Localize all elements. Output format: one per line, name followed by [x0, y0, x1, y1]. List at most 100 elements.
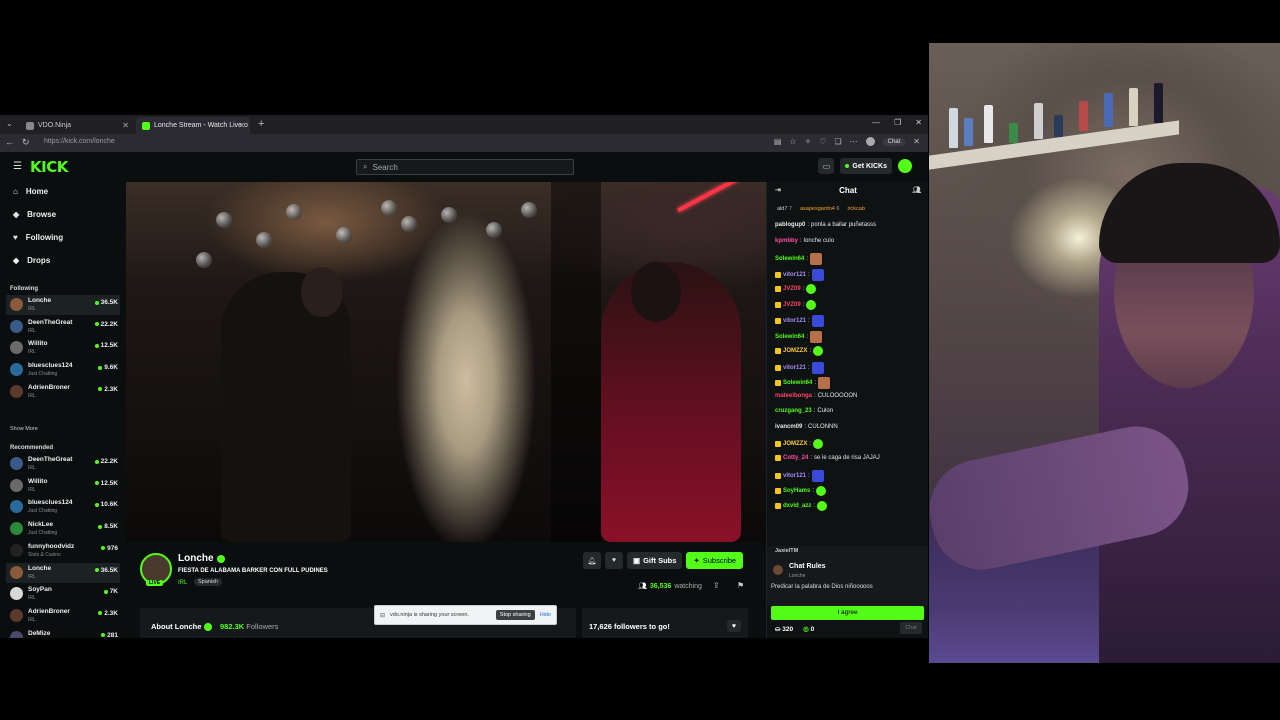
- goal-heart-icon[interactable]: ♥: [727, 620, 741, 632]
- share-icon[interactable]: ⇪: [713, 581, 720, 590]
- show-more-link[interactable]: Show More: [10, 426, 38, 432]
- sidebar-item-home[interactable]: ⌂ Home: [13, 187, 48, 196]
- chat-username[interactable]: SoyHams: [783, 488, 810, 494]
- avatar: [10, 363, 23, 377]
- kicks-balance[interactable]: ⛀ 320: [775, 625, 793, 633]
- minimize-button[interactable]: —: [872, 118, 880, 127]
- theater-mode-icon[interactable]: ▭: [818, 158, 835, 174]
- sidebar-item-browse[interactable]: ◈ Browse: [13, 210, 56, 219]
- sidebar-channel[interactable]: Willito IRL 12.5K: [10, 338, 120, 358]
- hide-button[interactable]: Hide: [540, 612, 551, 618]
- chat-username[interactable]: JOMZZX: [783, 441, 807, 447]
- sidebar-channel[interactable]: Willito IRL 12.5K: [10, 476, 120, 496]
- follow-heart-icon[interactable]: ♥: [605, 552, 623, 569]
- viewer-count: 36.5K: [94, 567, 118, 574]
- viewer-count-value: 12.5K: [100, 342, 118, 350]
- chat-username[interactable]: JVZ09: [783, 286, 801, 292]
- close-icon[interactable]: ✕: [122, 121, 129, 130]
- tab-vdo-ninja[interactable]: VDO.Ninja ✕: [20, 117, 134, 134]
- sidebar-channel[interactable]: SoyPan IRL 7K: [10, 584, 120, 604]
- hamburger-menu-icon[interactable]: ☰: [13, 161, 22, 172]
- sidebar-channel[interactable]: funnyhoodvidz Slots & Casino 976: [10, 541, 120, 561]
- agree-button[interactable]: I agree: [771, 606, 924, 620]
- pinned-gifter[interactable]: asapesgardo4 6: [800, 206, 839, 212]
- chat-username[interactable]: vitor121: [783, 318, 806, 324]
- viewer-count-value: 976: [107, 544, 118, 552]
- url-field[interactable]: https://kick.com/lonche: [44, 138, 115, 145]
- reload-icon[interactable]: ↻: [22, 137, 30, 148]
- chat-send-button[interactable]: Chat: [900, 622, 922, 634]
- sidebar-channel[interactable]: DeenTheGreat IRL 22.2K: [10, 454, 120, 474]
- chat-username[interactable]: Cotty_24: [783, 455, 808, 461]
- bookmark-star-icon[interactable]: ☆: [789, 137, 796, 146]
- sidebar-channel[interactable]: bluesclues124 Just Chatting 9.6K: [10, 360, 120, 380]
- sidebar-item-following[interactable]: ♥ Following: [13, 233, 63, 242]
- profile-avatar[interactable]: [865, 137, 875, 146]
- chat-username[interactable]: Solewin64: [775, 256, 804, 262]
- new-tab-button[interactable]: +: [258, 118, 264, 130]
- sidebar-channel[interactable]: AdrienBroner IRL 2.3K: [10, 606, 120, 626]
- report-icon[interactable]: ⚑: [737, 581, 744, 590]
- chat-username[interactable]: Solewin64: [775, 334, 804, 340]
- subscribe-button[interactable]: ✦ Subscribe: [686, 552, 744, 569]
- chat-username[interactable]: Solewin64: [783, 380, 812, 386]
- chat-username[interactable]: dxvid_azz: [783, 503, 811, 509]
- tab-lonche-stream[interactable]: Lonche Stream - Watch Live o ✕: [136, 117, 250, 134]
- gift-subs-button[interactable]: ▣ Gift Subs: [627, 552, 683, 569]
- chat-username[interactable]: ivancm09: [775, 424, 802, 430]
- tab-list-icon[interactable]: ⌄: [6, 119, 13, 128]
- streamer-name[interactable]: Lonche: [178, 553, 225, 564]
- video-player[interactable]: [126, 182, 766, 542]
- stop-sharing-button[interactable]: Stop sharing: [495, 610, 535, 620]
- points-balance[interactable]: ◎ 0: [803, 625, 814, 633]
- vdo-ninja-favicon: [26, 121, 34, 130]
- maximize-button[interactable]: ❐: [894, 118, 901, 127]
- reader-icon[interactable]: ▤: [774, 137, 782, 146]
- sidebar-channel[interactable]: Lonche IRL 36.5K: [6, 562, 120, 583]
- language-tag[interactable]: Spanish: [194, 578, 222, 586]
- more-icon[interactable]: ⋯: [850, 137, 858, 146]
- extensions-icon[interactable]: ✧: [805, 137, 812, 146]
- chat-username[interactable]: pablogup0: [775, 222, 805, 228]
- sidebar-channel[interactable]: AdrienBroner IRL 2.3K: [10, 382, 120, 402]
- category-link[interactable]: IRL: [178, 580, 187, 586]
- pinned-gifter[interactable]: ald7 7: [777, 206, 792, 212]
- kick-logo[interactable]: KICK: [30, 158, 68, 176]
- chat-username[interactable]: kpmbby: [775, 238, 798, 244]
- sidebar-channel[interactable]: bluesclues124 Just Chatting 10.6K: [10, 497, 120, 517]
- chat-users-icon[interactable]: 👥︎: [912, 186, 921, 194]
- chat-username[interactable]: JVZ09: [783, 302, 801, 308]
- collections-icon[interactable]: ❏: [834, 137, 841, 146]
- sidebar-item-drops[interactable]: ◆ Drops: [13, 256, 50, 265]
- notification-bell-icon[interactable]: 🔔︎: [583, 552, 601, 569]
- chat-username[interactable]: vitor121: [783, 473, 806, 479]
- chat-username[interactable]: vitor121: [783, 365, 806, 371]
- close-window-button[interactable]: ✕: [915, 118, 922, 127]
- chat-username[interactable]: cruzgang_23: [775, 408, 812, 414]
- pinned-gifter[interactable]: rickcab: [847, 206, 864, 212]
- chat-username[interactable]: JOMZZX: [783, 348, 807, 354]
- close-icon[interactable]: ✕: [238, 121, 245, 130]
- get-kicks-button[interactable]: Get KICKs: [840, 158, 892, 174]
- favorites-icon[interactable]: ♡: [819, 137, 826, 146]
- search-input[interactable]: ⌕ Search: [356, 159, 574, 175]
- chat-username[interactable]: vitor121: [783, 272, 806, 278]
- shelf-item: [1034, 103, 1043, 139]
- sidebar-channel[interactable]: DeenTheGreat IRL 22.2K: [10, 317, 120, 337]
- chat-username[interactable]: mateelbonga: [775, 393, 812, 399]
- back-icon[interactable]: ←: [5, 137, 14, 148]
- rules-text: Predicar la palabra de Dios niñooooos: [771, 584, 873, 590]
- profile-button[interactable]: Chat: [882, 137, 906, 146]
- sidebar-channel[interactable]: NickLee Just Chatting 8.5K: [10, 519, 120, 539]
- viewer-count: 976: [101, 545, 118, 552]
- close-sidebar-icon[interactable]: ✕: [913, 137, 920, 146]
- chat-message: mateelbonga: CULOOOOON: [775, 393, 857, 399]
- recommended-header: Recommended: [10, 445, 54, 451]
- streamer-name-text: Lonche: [178, 553, 214, 564]
- channel-name: NickLee: [28, 521, 53, 529]
- chat-header: ⇥ Chat 👥︎: [767, 182, 928, 200]
- sidebar-channel[interactable]: DeMizeSlots & Casino281: [10, 628, 120, 638]
- sidebar-channel[interactable]: Lonche IRL 36.5K: [6, 295, 120, 315]
- user-avatar[interactable]: [898, 159, 912, 173]
- chat-panel: ⇥ Chat 👥︎ ald7 7 asapesgardo4 6 rickcab pa…: [766, 182, 928, 638]
